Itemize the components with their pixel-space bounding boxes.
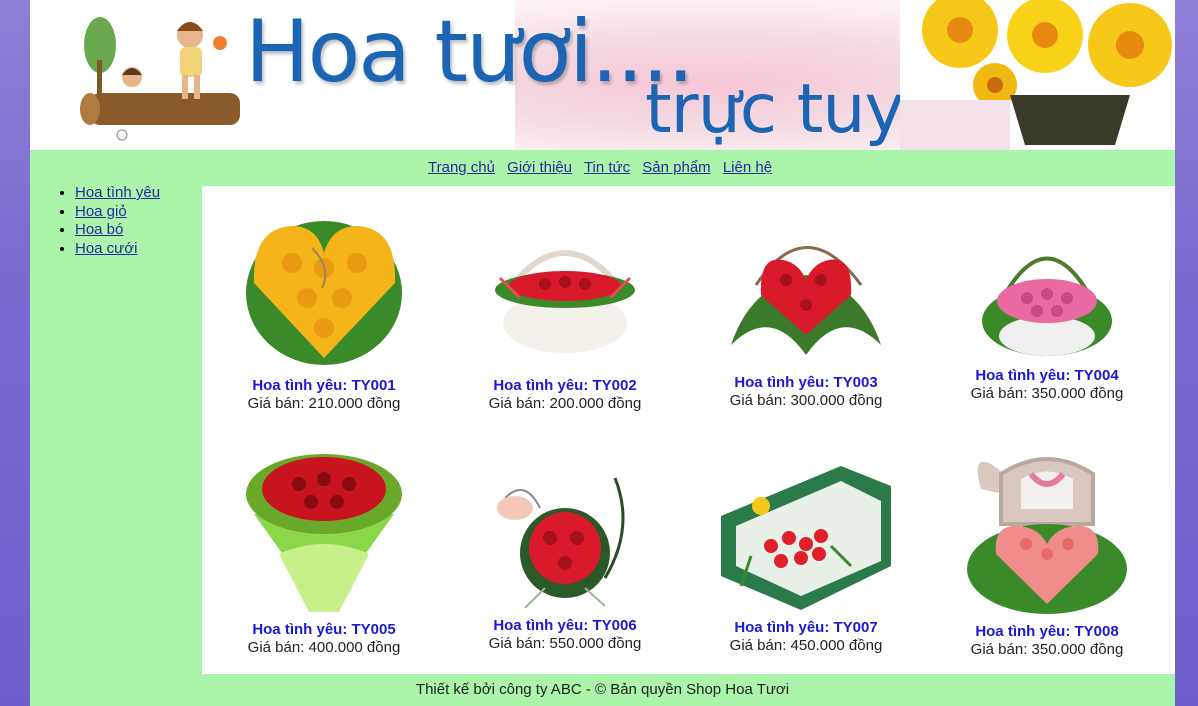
nav-home-link[interactable]: Trang chủ	[428, 159, 495, 176]
nav-contact-link[interactable]: Liên hệ	[723, 159, 772, 176]
product-card: Hoa tình yêu: TY004 Giá bán: 350.000 đồn…	[947, 226, 1147, 403]
category-item: Hoa bó	[75, 221, 208, 240]
category-wedding-link[interactable]: Hoa cưới	[75, 240, 137, 257]
product-price: Giá bán: 550.000 đồng	[488, 635, 642, 652]
product-card: Hoa tình yêu: TY007 Giá bán: 450.000 đồn…	[706, 466, 906, 655]
product-name[interactable]: Hoa tình yêu: TY005	[224, 621, 424, 639]
product-image[interactable]	[239, 444, 409, 612]
category-item: Hoa tình yêu	[75, 184, 208, 203]
product-price: Giá bán: 210.000 đồng	[247, 395, 401, 412]
category-item: Hoa giỏ	[75, 203, 208, 222]
product-image[interactable]	[485, 468, 645, 609]
product-card: Hoa tình yêu: TY001 Giá bán: 210.000 đồn…	[224, 208, 424, 413]
product-card: Hoa tình yêu: TY003 Giá bán: 300.000 đồn…	[706, 205, 906, 410]
nav-news-link[interactable]: Tin tức	[584, 159, 630, 176]
product-price: Giá bán: 300.000 đồng	[729, 392, 883, 409]
product-price: Giá bán: 200.000 đồng	[488, 395, 642, 412]
category-item: Hoa cưới	[75, 240, 208, 259]
category-love-link[interactable]: Hoa tình yêu	[75, 184, 160, 201]
product-card: Hoa tình yêu: TY008 Giá bán: 350.000 đồn…	[947, 444, 1147, 659]
product-card: Hoa tình yêu: TY002 Giá bán: 200.000 đồn…	[465, 208, 665, 413]
category-bouquet-link[interactable]: Hoa bó	[75, 221, 123, 238]
category-sidebar: Hoa tình yêu Hoa giỏ Hoa bó Hoa cưới	[58, 184, 208, 258]
product-name[interactable]: Hoa tình yêu: TY004	[947, 367, 1147, 385]
product-image[interactable]	[721, 466, 891, 610]
product-image[interactable]	[480, 208, 650, 368]
product-card: Hoa tình yêu: TY006 Giá bán: 550.000 đồn…	[465, 468, 665, 653]
footer-copyright: Thiết kế bởi công ty ABC - © Bản quyền S…	[415, 681, 790, 698]
product-name[interactable]: Hoa tình yêu: TY008	[947, 623, 1147, 641]
product-image[interactable]	[721, 205, 891, 365]
product-name[interactable]: Hoa tình yêu: TY007	[706, 619, 906, 637]
product-name[interactable]: Hoa tình yêu: TY001	[224, 377, 424, 395]
category-list: Hoa tình yêu Hoa giỏ Hoa bó Hoa cưới	[58, 184, 208, 258]
product-image[interactable]	[977, 226, 1117, 358]
product-image[interactable]	[242, 208, 407, 368]
product-price: Giá bán: 350.000 đồng	[970, 385, 1124, 402]
nav-about-link[interactable]: Giới thiệu	[507, 159, 572, 176]
banner-sunflowers	[900, 0, 1175, 150]
product-price: Giá bán: 400.000 đồng	[247, 639, 401, 656]
category-basket-link[interactable]: Hoa giỏ	[75, 203, 127, 220]
product-price: Giá bán: 450.000 đồng	[729, 637, 883, 654]
product-price: Giá bán: 350.000 đồng	[970, 641, 1124, 658]
product-grid: Hoa tình yêu: TY001 Giá bán: 210.000 đồn…	[202, 186, 1175, 674]
product-name[interactable]: Hoa tình yêu: TY006	[465, 617, 665, 635]
product-image[interactable]	[961, 444, 1133, 614]
page-container: Hoa tươi.... trực tuyến Trang chủ Giới t…	[30, 0, 1175, 706]
product-name[interactable]: Hoa tình yêu: TY003	[706, 374, 906, 392]
header-banner: Hoa tươi.... trực tuyến	[30, 0, 1175, 150]
footer: Thiết kế bởi công ty ABC - © Bản quyền S…	[30, 674, 1175, 706]
nav-products-link[interactable]: Sản phẩm	[642, 159, 710, 176]
product-name[interactable]: Hoa tình yêu: TY002	[465, 377, 665, 395]
banner-girl-illustration	[80, 17, 240, 141]
top-navigation: Trang chủ Giới thiệu Tin tức Sản phẩm Li…	[30, 150, 1175, 186]
banner-title-line1: Hoa tươi....	[245, 2, 694, 102]
product-card: Hoa tình yêu: TY005 Giá bán: 400.000 đồn…	[224, 444, 424, 657]
